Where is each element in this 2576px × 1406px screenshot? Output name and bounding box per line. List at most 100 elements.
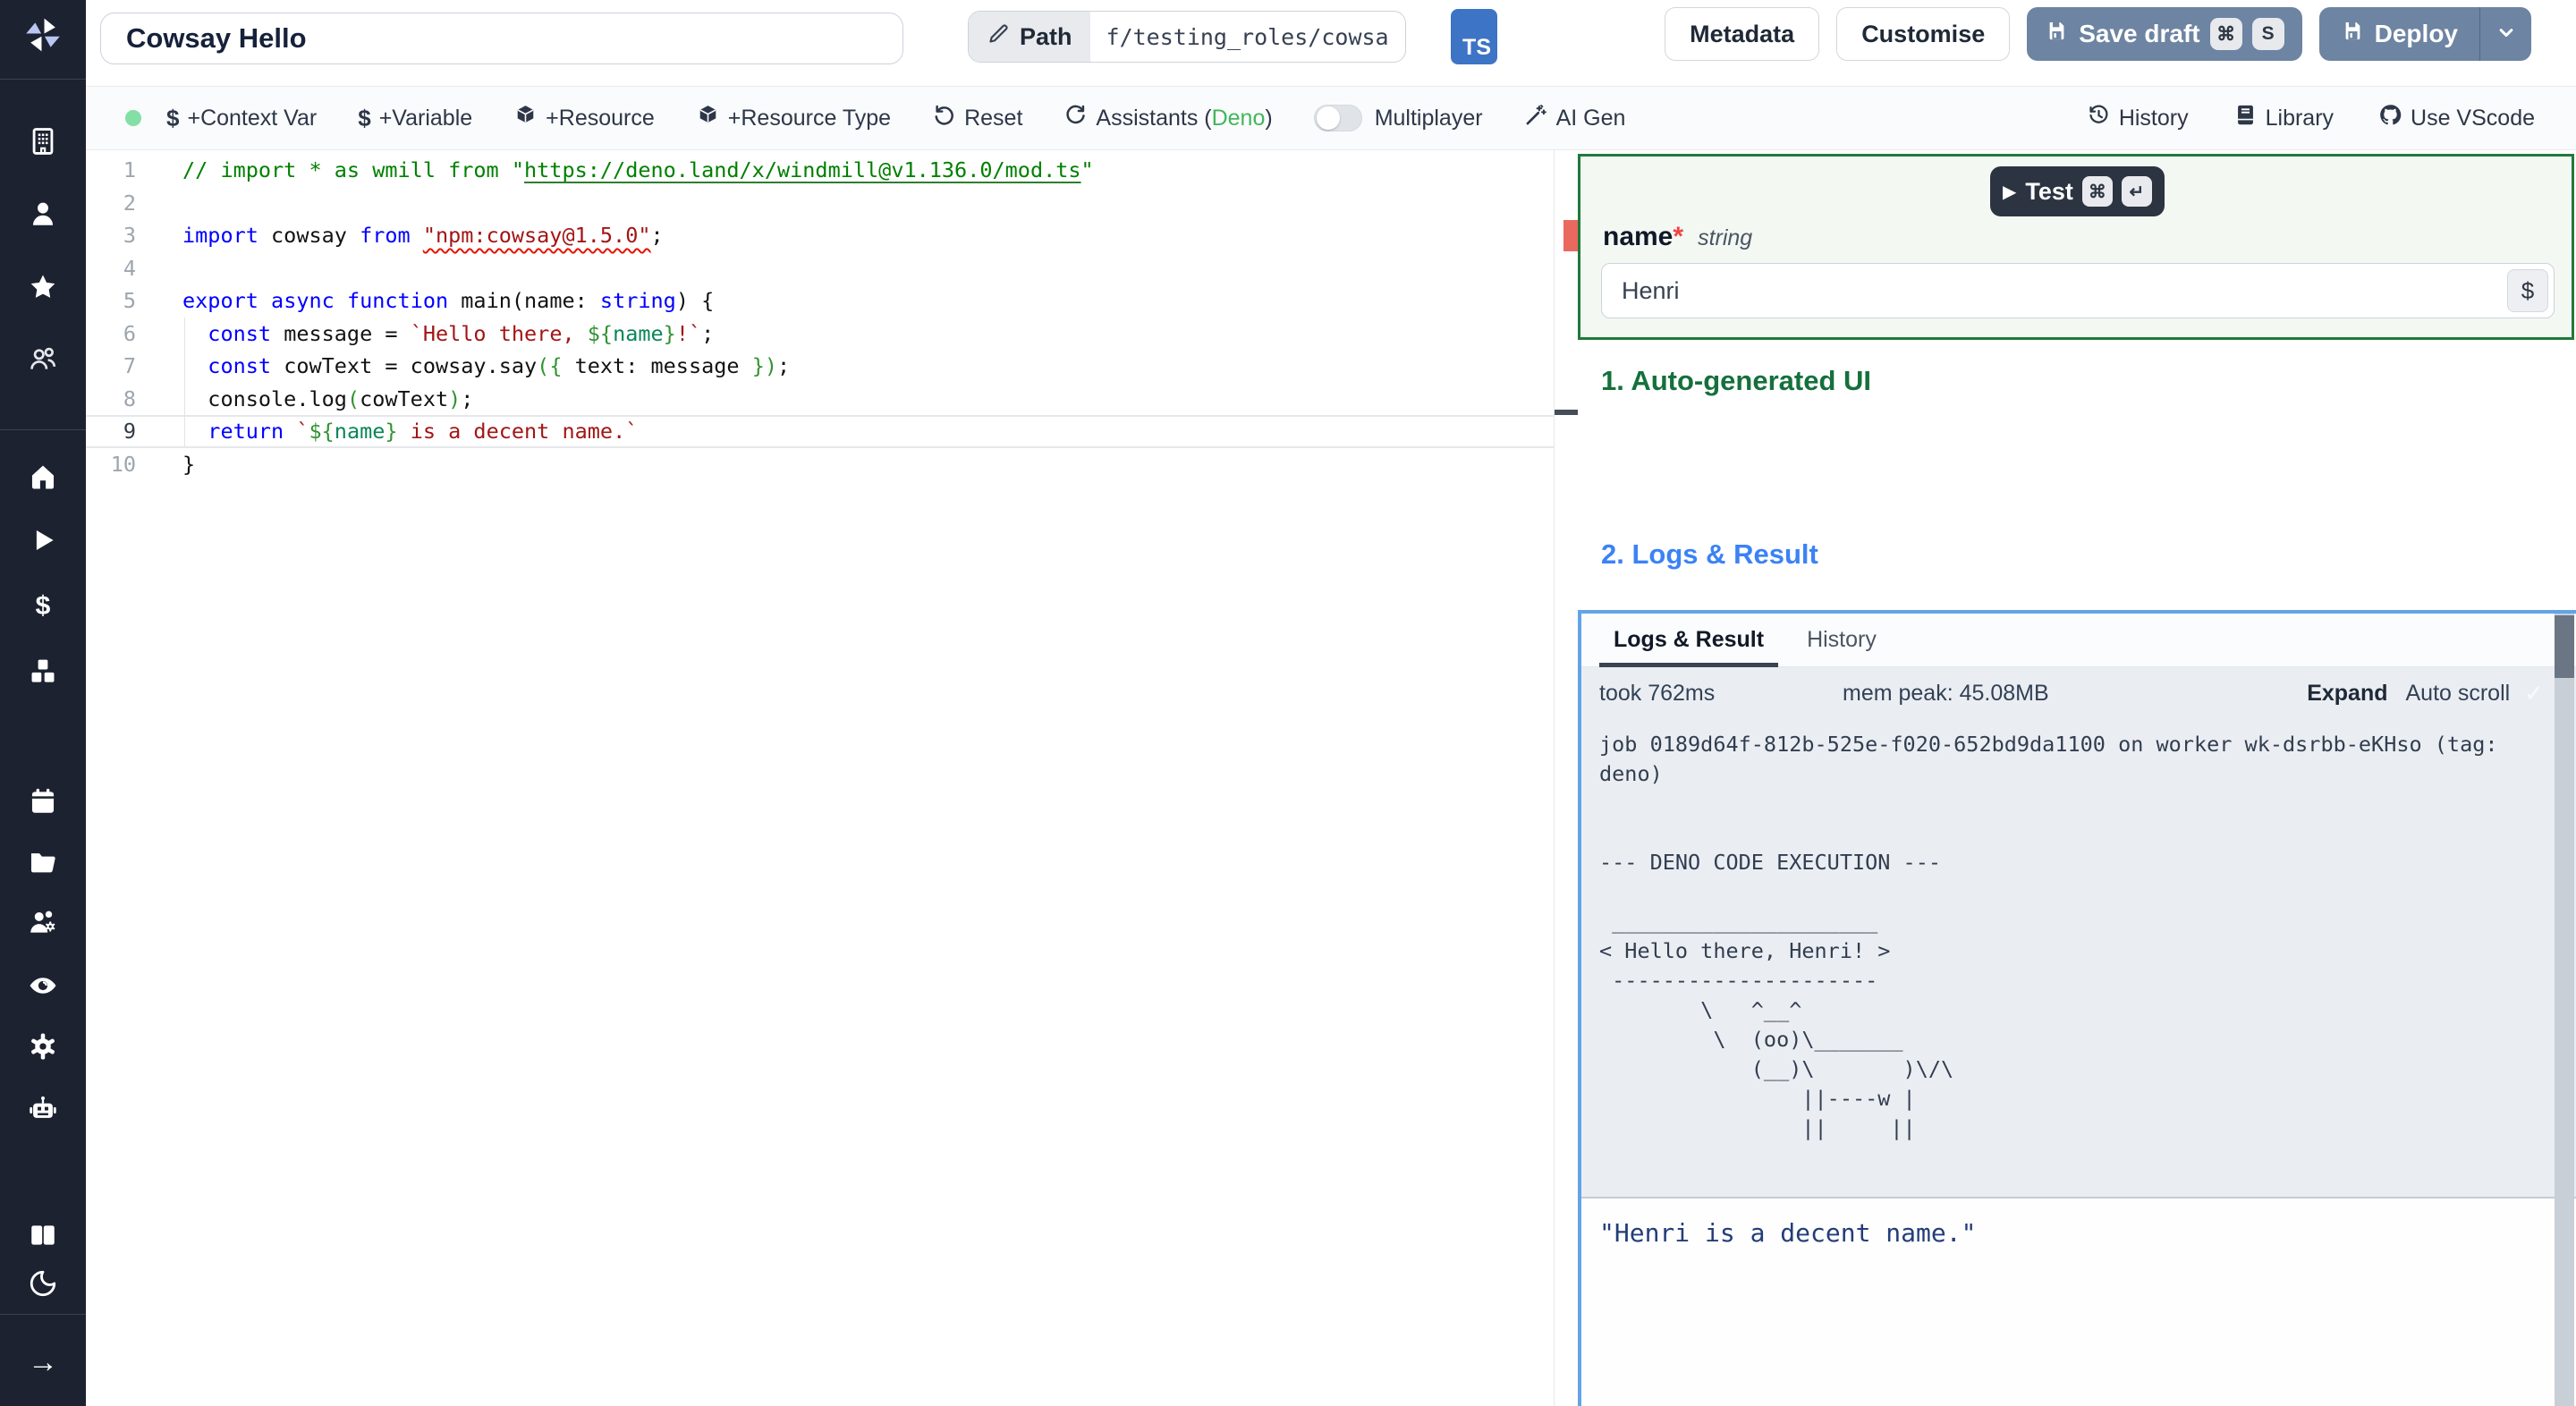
line-number: 5 (123, 288, 136, 313)
code-line: 4 (86, 252, 1554, 285)
sidebar-item-eye[interactable] (0, 970, 86, 1001)
sidebar-item-arrow-right[interactable]: → (0, 1347, 86, 1377)
top-bar: Path f/testing_roles/cowsa TS Metadata C… (86, 0, 2576, 87)
sidebar-item-users-gear[interactable] (0, 908, 86, 938)
tab-history[interactable]: History (1792, 614, 1891, 666)
required-asterisk: * (1673, 222, 1684, 251)
code-line: 8 console.log(cowText); (86, 383, 1554, 416)
multiplayer-toggle-group: Multiplayer (1313, 105, 1483, 131)
sidebar-item-calendar[interactable] (0, 786, 86, 817)
library-button[interactable]: Library (2233, 103, 2334, 133)
dollar-icon: $ (166, 104, 180, 131)
result-output: "Henri is a decent name." (1581, 1197, 2576, 1406)
sidebar-item-play[interactable] (0, 525, 86, 555)
use-vscode-button[interactable]: Use VScode (2378, 103, 2535, 133)
arg-name-input[interactable] (1601, 263, 2555, 318)
sidebar-item-dollar[interactable]: $ (0, 591, 86, 622)
log-text: job 0189d64f-812b-525e-f020-652bd9da1100… (1599, 732, 2498, 1140)
path-button[interactable]: Path f/testing_roles/cowsa (968, 11, 1406, 63)
person-icon (28, 199, 58, 229)
sidebar-item-home[interactable] (0, 462, 86, 492)
metadata-button[interactable]: Metadata (1665, 7, 1820, 61)
line-number: 9 (123, 419, 136, 444)
reset-button[interactable]: Reset (932, 103, 1022, 133)
tab-logs-result[interactable]: Logs & Result (1599, 614, 1779, 667)
add-resource-type-button[interactable]: +Resource Type (696, 103, 891, 133)
robot-icon (28, 1094, 58, 1124)
save-icon (2045, 19, 2069, 49)
pencil-icon (987, 21, 1011, 52)
line-number: 6 (123, 320, 136, 346)
history-button[interactable]: History (2087, 103, 2189, 133)
run-stats-bar: took 762ms mem peak: 45.08MB Expand Auto… (1581, 667, 2576, 719)
kbd-enter: ↵ (2121, 176, 2152, 207)
line-number: 1 (123, 157, 136, 182)
add-context-var-button[interactable]: $ +Context Var (166, 105, 317, 132)
assistants-button[interactable]: Assistants (Deno) (1063, 103, 1273, 133)
indent-guide (184, 318, 185, 447)
save-icon (2341, 19, 2365, 49)
variable-picker-button[interactable]: $ (2507, 269, 2548, 312)
logs-scrollbar-track[interactable] (2555, 614, 2574, 1406)
eye-icon (28, 970, 58, 1001)
check-icon: ✓ (2524, 679, 2544, 707)
arrow-right-icon: → (28, 1345, 58, 1379)
sidebar-item-book[interactable] (0, 1220, 86, 1250)
status-dot (125, 110, 141, 126)
sidebar-item-gear[interactable] (0, 1031, 86, 1062)
sidebar-item-cubes[interactable] (0, 656, 86, 687)
gear-icon (28, 1031, 58, 1062)
assistants-lang: Deno (1211, 105, 1266, 131)
code-line: 3 import cowsay from "npm:cowsay@1.5.0"; (86, 219, 1554, 252)
sidebar-divider (0, 1314, 86, 1315)
deploy-dropdown-button[interactable] (2479, 7, 2531, 61)
sidebar-item-folder[interactable] (0, 847, 86, 877)
log-output: job 0189d64f-812b-525e-f020-652bd9da1100… (1581, 719, 2576, 1197)
code-line: 2 (86, 187, 1554, 220)
error-marker (1563, 220, 1578, 251)
windmill-script-editor: $ → Path f/testing_roles/cowsa TS Metadat… (0, 0, 2576, 1406)
sidebar-item-users[interactable] (0, 344, 86, 375)
cubes-icon (28, 656, 58, 687)
editor-toolbar: $ +Context Var $ +Variable +Resource +Re… (86, 87, 2576, 150)
arg-name-label: name* string (1603, 222, 1753, 251)
logs-scrollbar-thumb[interactable] (2555, 615, 2574, 678)
sidebar-item-building[interactable] (0, 126, 86, 157)
book-icon (2233, 103, 2258, 133)
line-number: 7 (123, 353, 136, 378)
logs-tabs: Logs & Result History (1581, 614, 2576, 667)
add-variable-button[interactable]: $ +Variable (358, 105, 472, 132)
multiplayer-label: Multiplayer (1374, 105, 1483, 131)
customise-button[interactable]: Customise (1836, 7, 2011, 61)
code-editor[interactable]: 1// import * as wmill from "https://deno… (86, 150, 1554, 1406)
play-icon: ▶ (2003, 182, 2017, 202)
dollar-icon: $ (35, 591, 51, 621)
box-icon (513, 103, 538, 133)
moon-icon (28, 1268, 58, 1299)
code-line: 7 const cowText = cowsay.say({ text: mes… (86, 350, 1554, 383)
section-auto-generated-ui: 1. Auto-generated UI (1601, 365, 1871, 396)
sidebar-item-moon[interactable] (0, 1268, 86, 1299)
users-gear-icon (28, 908, 58, 938)
expand-button[interactable]: Expand (2307, 681, 2387, 707)
refresh-icon (1063, 103, 1088, 133)
users-icon (28, 344, 58, 375)
code-line: 10} (86, 448, 1554, 481)
test-button[interactable]: ▶ Test ⌘ ↵ (1990, 166, 2165, 216)
cursor-marker (1555, 410, 1578, 415)
deploy-button-group: Deploy (2318, 7, 2531, 61)
script-title-input[interactable] (100, 13, 903, 64)
sidebar-item-robot[interactable] (0, 1094, 86, 1124)
add-resource-button[interactable]: +Resource (513, 103, 655, 133)
book-icon (28, 1220, 58, 1250)
typescript-badge: TS (1451, 9, 1497, 64)
autoscroll-toggle[interactable]: Auto scroll (2405, 681, 2510, 707)
windmill-logo-icon[interactable] (0, 14, 86, 55)
sidebar-item-person[interactable] (0, 199, 86, 229)
multiplayer-toggle[interactable] (1313, 105, 1362, 131)
save-draft-button[interactable]: Save draft ⌘ S (2027, 7, 2302, 61)
deploy-button[interactable]: Deploy (2319, 7, 2479, 61)
sidebar-item-star[interactable] (0, 272, 86, 302)
kbd-s: S (2251, 18, 2284, 50)
ai-gen-button[interactable]: AI Gen (1524, 103, 1625, 133)
